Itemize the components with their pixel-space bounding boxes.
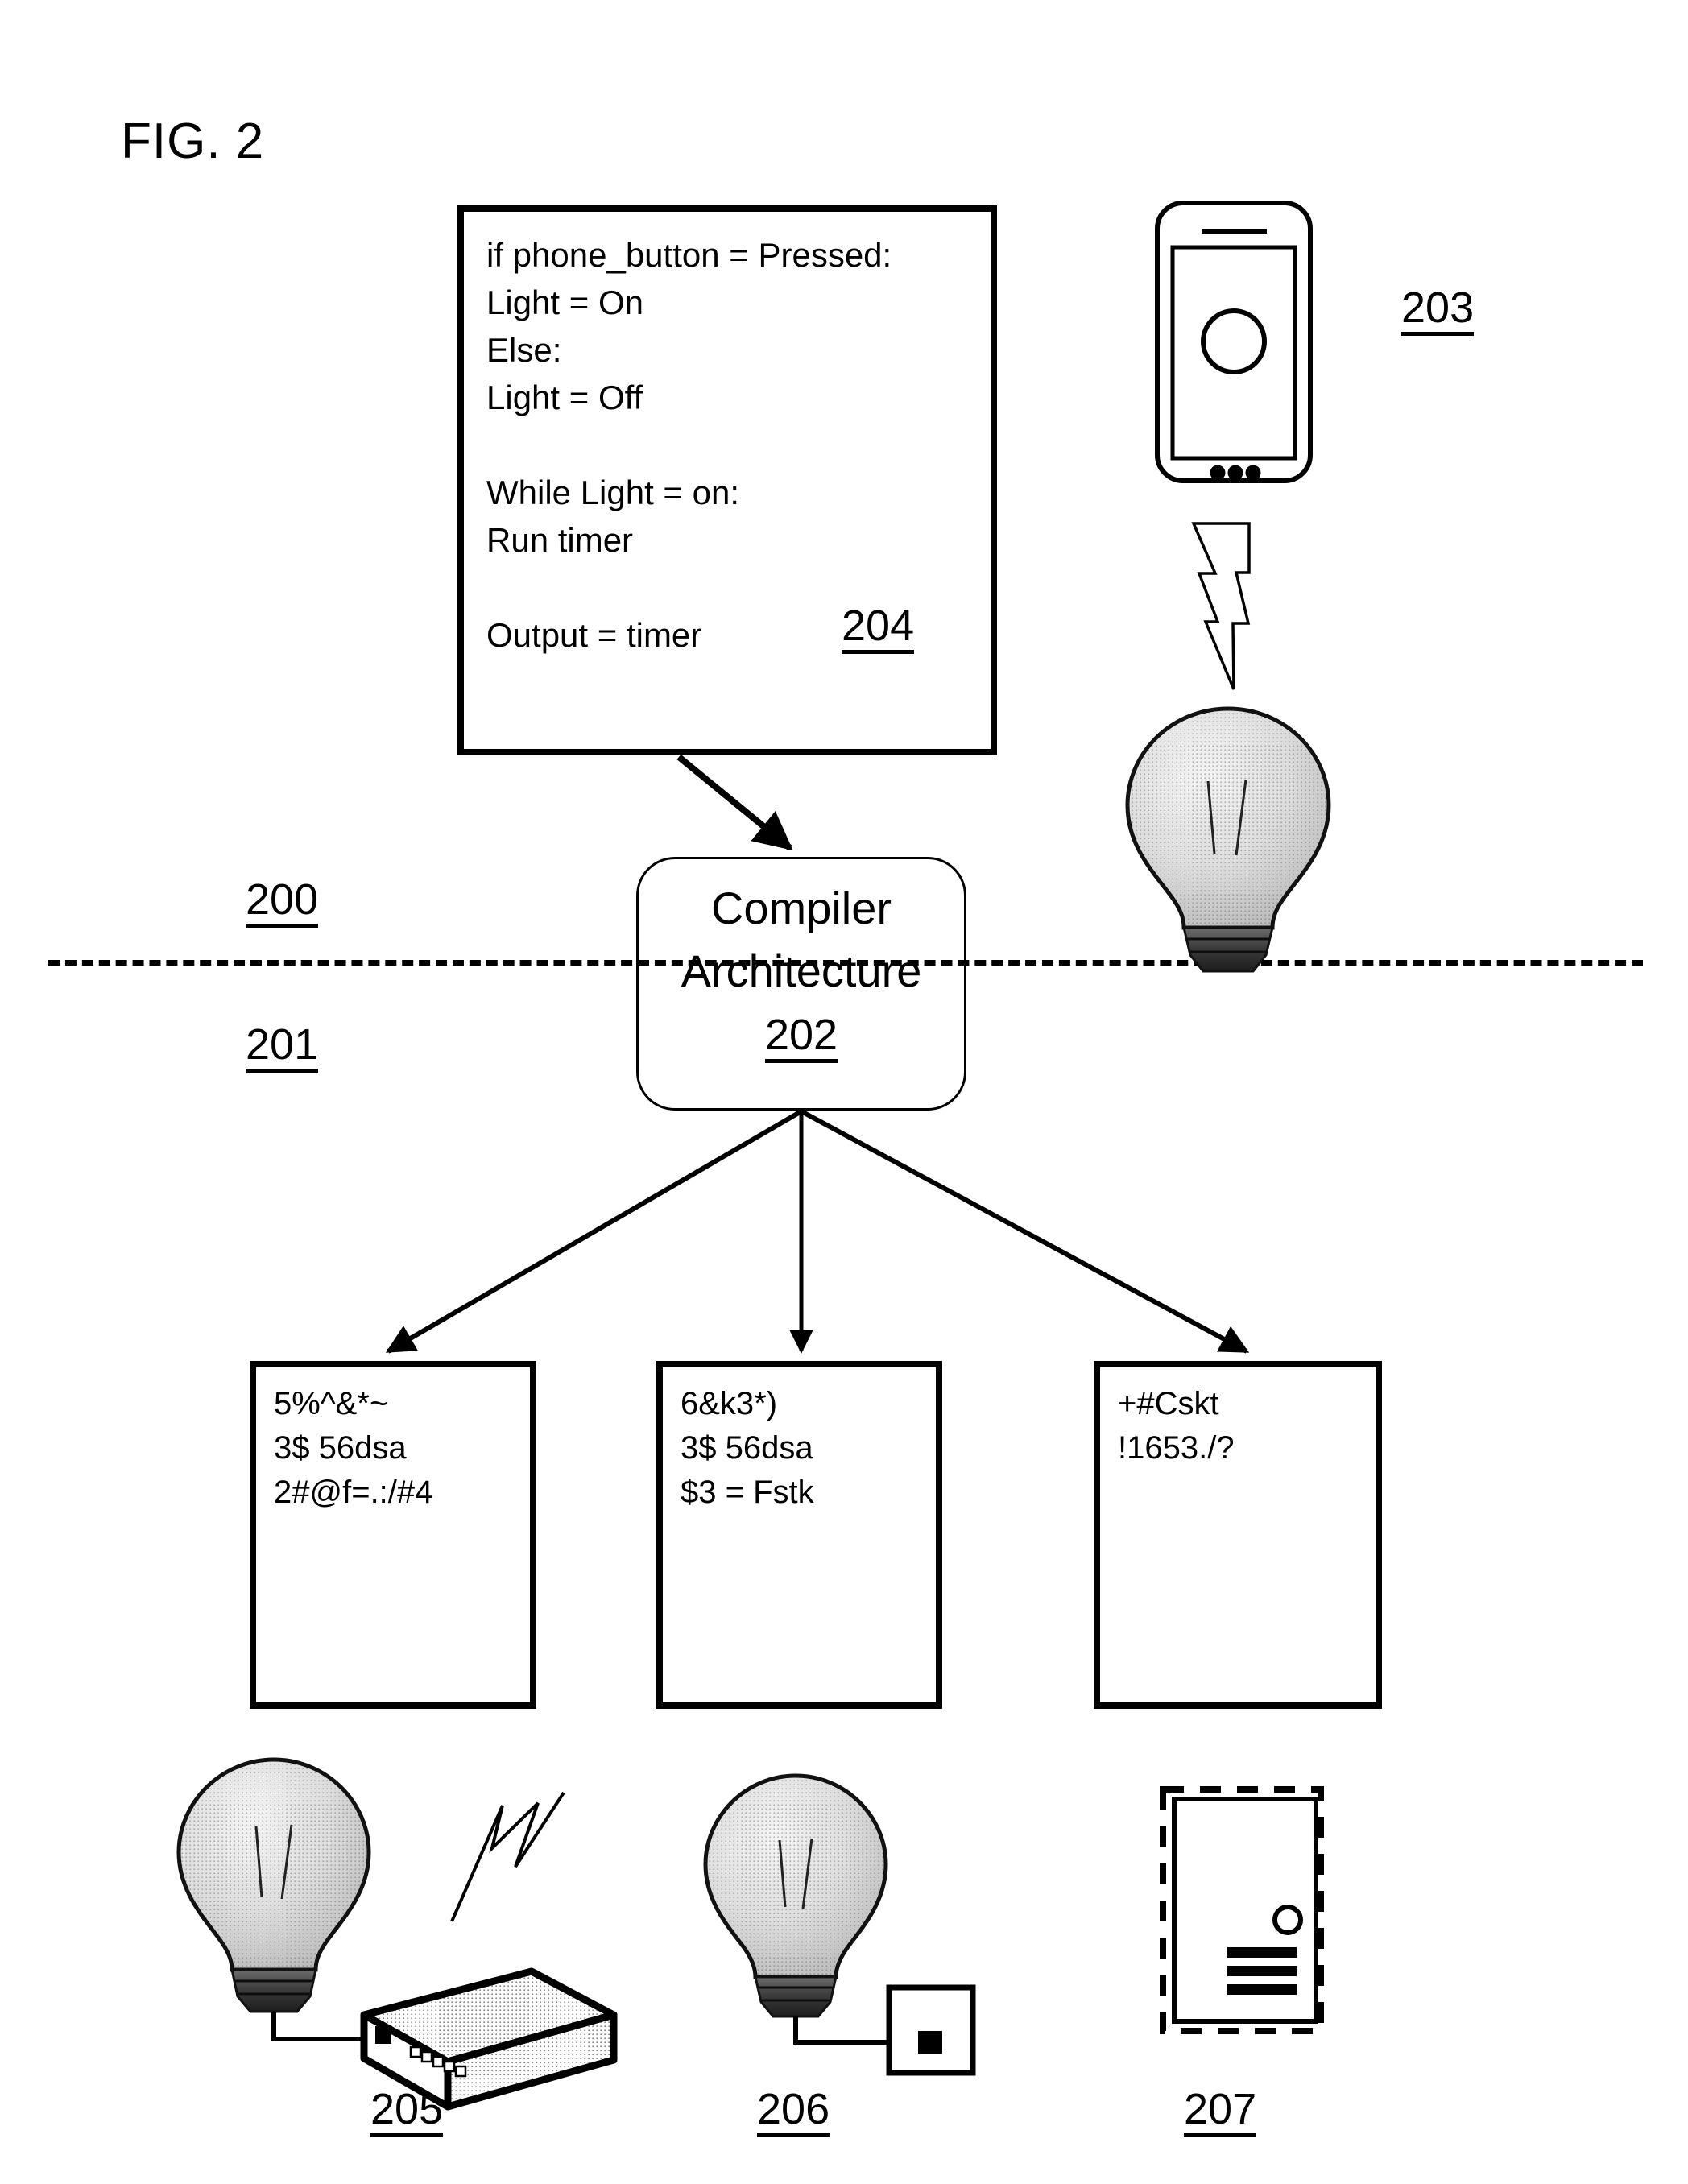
wireless-signal-icon — [450, 1791, 565, 1922]
reference-numeral-202: 202 — [764, 1013, 838, 1063]
reference-numeral-203: 203 — [1401, 286, 1475, 336]
region-divider-dashed-line — [48, 960, 1643, 966]
light-bulb-icon-206 — [703, 1773, 888, 2018]
output-code-text-2: 6&k3*) 3$ 56dsa $3 = Fstk — [681, 1386, 814, 1510]
device-206-bulb-switch — [703, 1773, 976, 2076]
reference-numeral-207: 207 — [1184, 2087, 1257, 2137]
page-title: FIG. 2 — [121, 114, 265, 169]
device-207-tablet — [1160, 1786, 1324, 2034]
smartphone-icon — [1155, 201, 1313, 483]
reference-numeral-206: 206 — [757, 2087, 830, 2137]
patent-figure-page: FIG. 2 if phone_button = Pressed: Light … — [0, 0, 1688, 2184]
reference-numeral-201: 201 — [246, 1023, 319, 1073]
compiler-label-line1: Compiler — [710, 883, 892, 933]
reference-numeral-204: 204 — [842, 604, 915, 654]
light-bulb-icon-205 — [176, 1757, 371, 2013]
source-code-text: if phone_button = Pressed: Light = On El… — [486, 236, 892, 654]
reference-numeral-205: 205 — [370, 2087, 444, 2137]
switch-icon — [886, 1984, 976, 2076]
lightning-bolt-icon — [1191, 522, 1251, 690]
output-code-text-1: 5%^&*~ 3$ 56dsa 2#@f=.:/#4 — [274, 1386, 433, 1510]
output-code-box-1: 5%^&*~ 3$ 56dsa 2#@f=.:/#4 — [250, 1361, 536, 1709]
output-code-text-3: +#Cskt !1653./? — [1118, 1386, 1235, 1466]
output-code-box-2: 6&k3*) 3$ 56dsa $3 = Fstk — [656, 1361, 942, 1709]
output-code-box-3: +#Cskt !1653./? — [1094, 1361, 1382, 1709]
light-bulb-icon-upper — [1125, 706, 1331, 973]
compiler-label-line2: Architecture — [681, 945, 922, 996]
compiler-architecture-box: Compiler Architecture 202 — [636, 857, 966, 1111]
source-code-box: if phone_button = Pressed: Light = On El… — [457, 205, 997, 755]
arrow-compiler-to-output-3 — [800, 1109, 1250, 1354]
connection-wire-205 — [271, 2012, 364, 2041]
reference-numeral-200: 200 — [246, 878, 319, 928]
arrow-compiler-to-output-1 — [385, 1109, 803, 1354]
device-205-bulb-router — [176, 1757, 618, 2111]
arrow-code-to-compiler — [676, 754, 793, 851]
